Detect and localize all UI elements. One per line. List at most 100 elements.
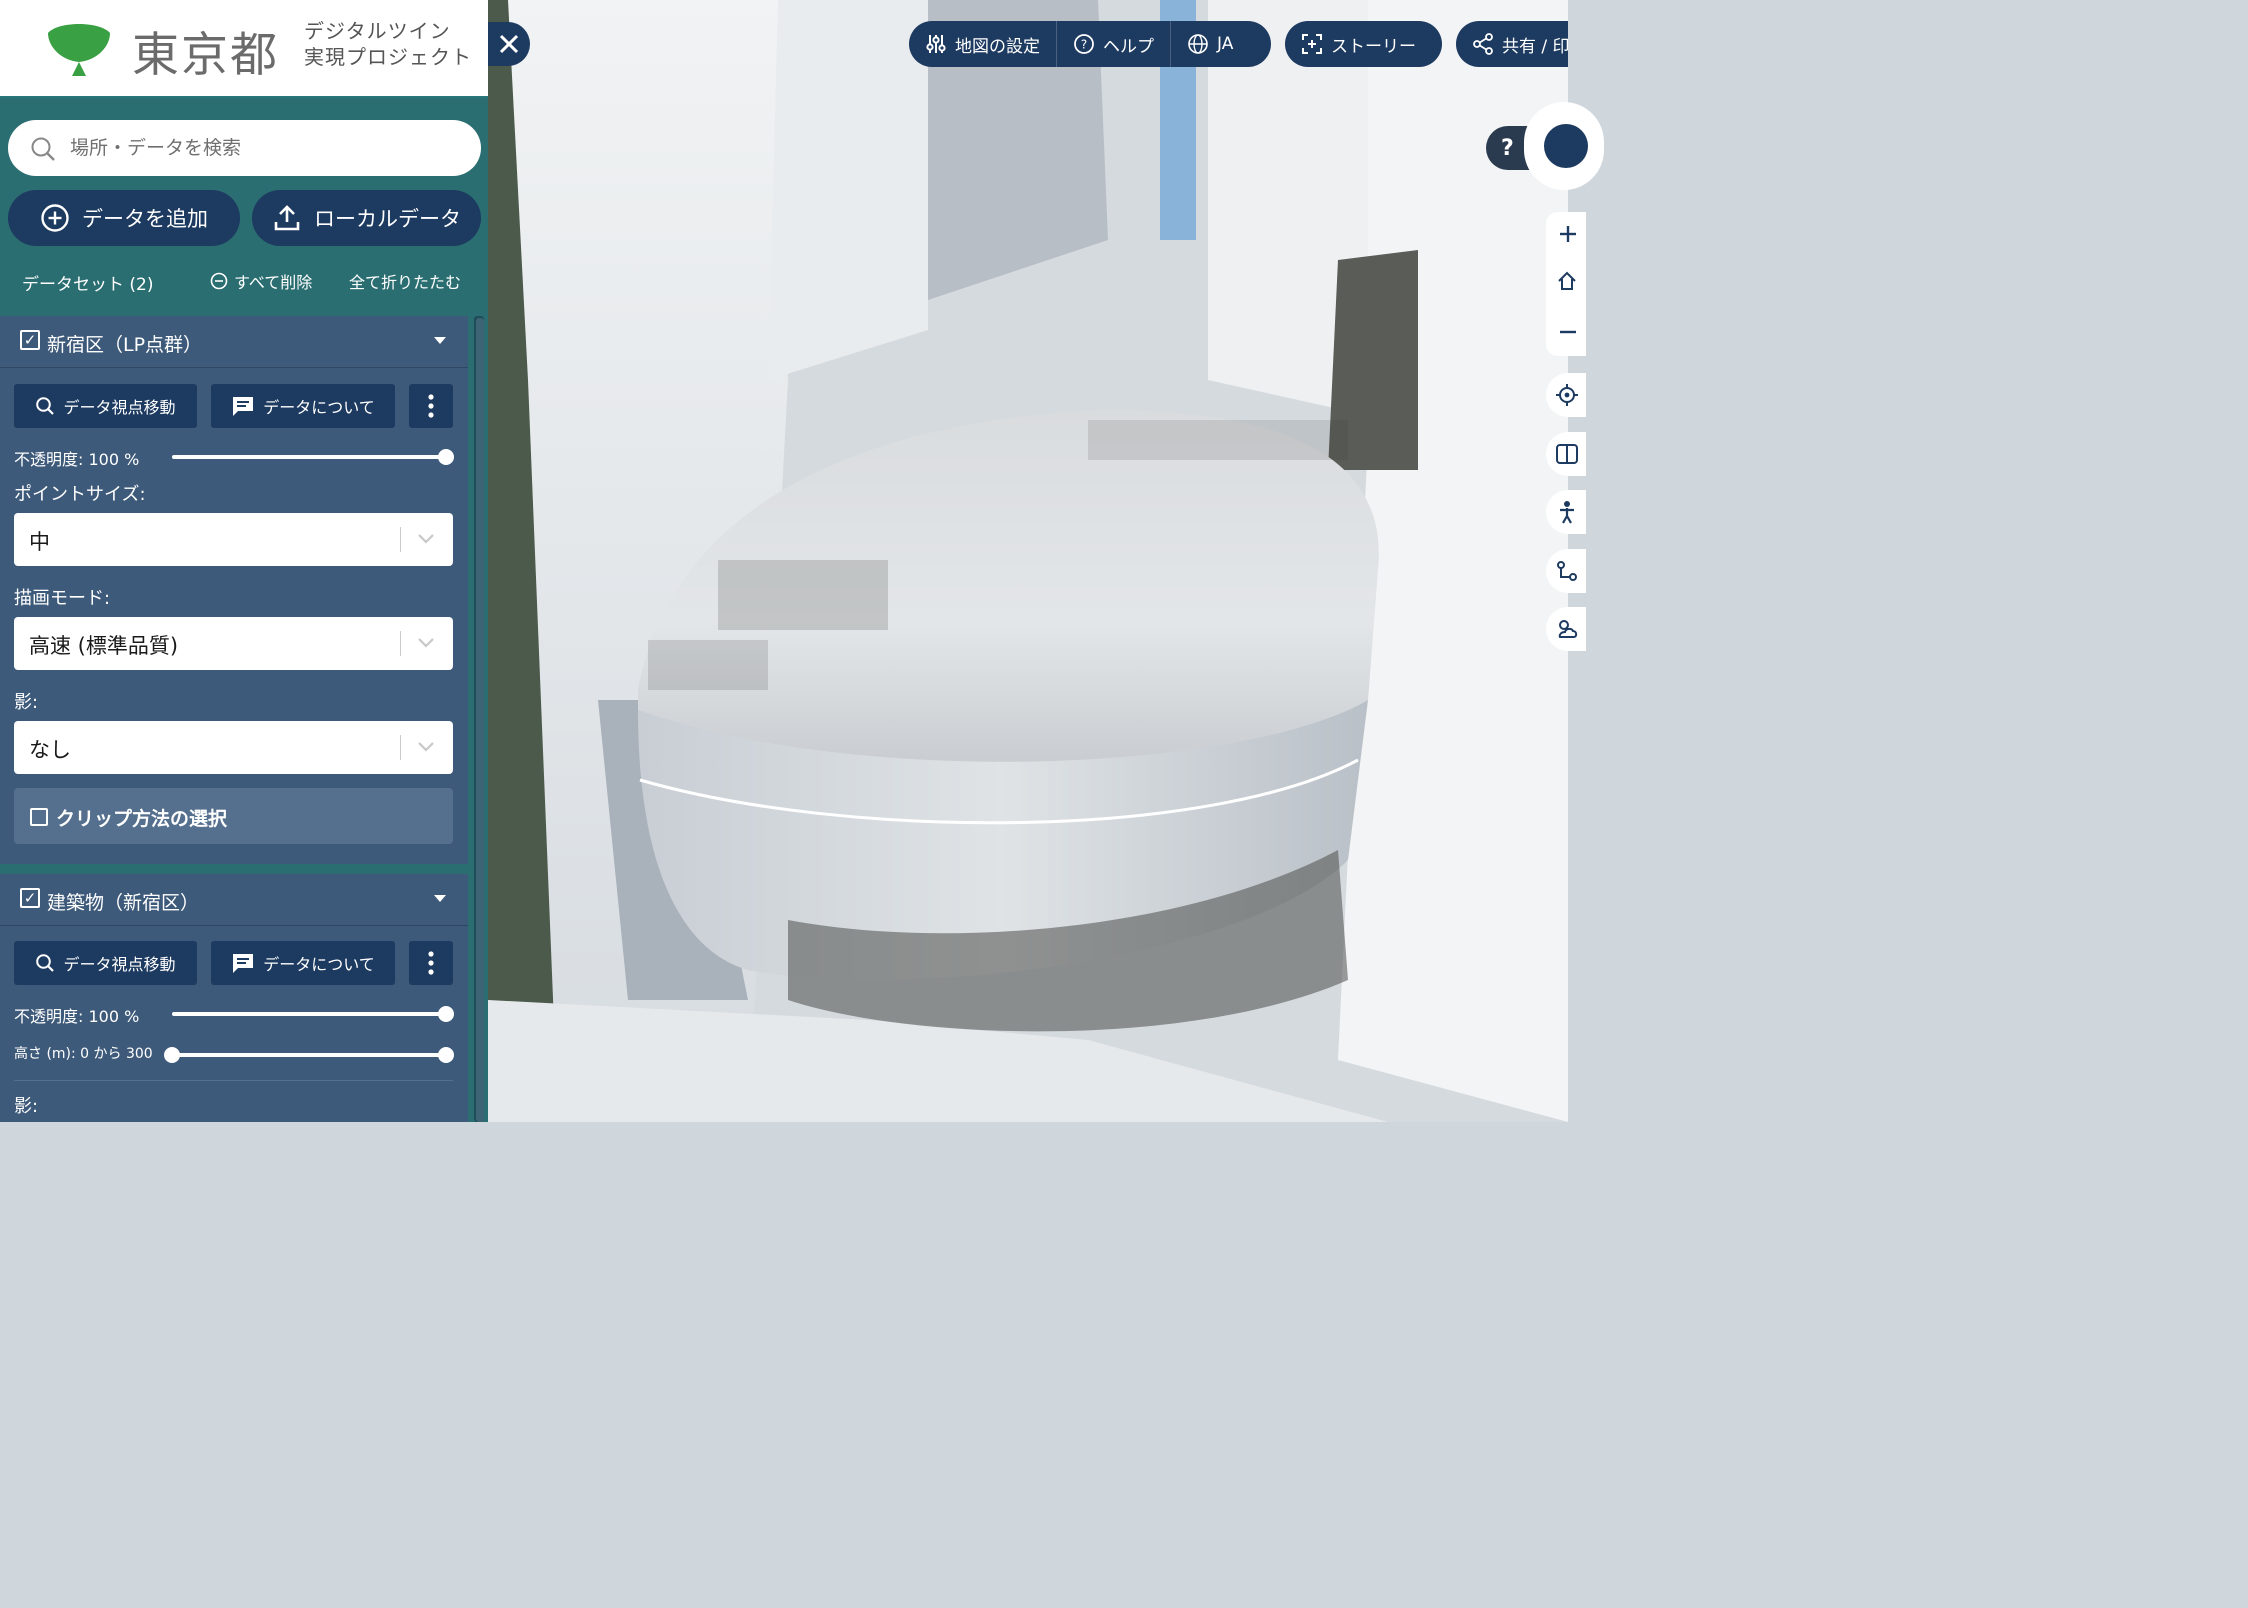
add-data-label: データを追加	[82, 207, 208, 231]
opacity-label: 不透明度: 100 %	[14, 1007, 140, 1026]
about-data-label: データについて	[263, 955, 375, 974]
dataset-count: データセット (2)	[22, 275, 154, 295]
remove-circle-icon	[210, 272, 228, 290]
height-max-thumb[interactable]	[438, 1047, 454, 1063]
story-button-group: ストーリー	[1285, 21, 1442, 67]
dataset-visibility-checkbox[interactable]: ✓	[20, 330, 40, 350]
story-button[interactable]: ストーリー	[1285, 21, 1432, 67]
height-range-slider[interactable]	[164, 1047, 454, 1063]
compass-icon[interactable]	[1544, 124, 1588, 168]
chevron-down-icon	[418, 534, 434, 544]
zoom-in-icon[interactable]	[1558, 224, 1578, 244]
select-separator	[400, 527, 401, 552]
weather-tool-button[interactable]	[1546, 607, 1586, 651]
share-button-group: 共有 / 印	[1456, 21, 1568, 67]
dataset-card-header[interactable]: ✓ 新宿区（LP点群）	[0, 316, 468, 368]
remove-all-button[interactable]: すべて削除	[210, 269, 312, 293]
measure-tool-button[interactable]	[1546, 549, 1586, 593]
help-button[interactable]: ? ヘルプ	[1057, 21, 1170, 67]
story-label: ストーリー	[1331, 36, 1416, 57]
clip-method-toggle[interactable]: クリップ方法の選択	[14, 788, 453, 844]
search-icon	[36, 397, 55, 415]
comment-icon	[233, 954, 254, 973]
collapse-all-button[interactable]: 全て折りたたむ	[349, 269, 461, 293]
workbench-panel: 東京都 デジタルツイン 実現プロジェクト データを追加 ローカルデータ データセ…	[0, 0, 488, 1122]
dataset-card-lp-pointcloud: ✓ 新宿区（LP点群） データ視点移動 データについて 不透明度: 100 % …	[0, 316, 468, 864]
opacity-slider[interactable]	[172, 449, 454, 465]
help-circle-icon: ?	[1074, 34, 1094, 54]
map-scene[interactable]	[488, 0, 1568, 1122]
zoom-to-data-label: データ視点移動	[63, 955, 176, 974]
panel-scrollbar-thumb[interactable]	[476, 318, 484, 1122]
map-toolbar-group: 地図の設定 ? ヘルプ JA	[909, 21, 1271, 67]
opacity-slider-rail	[172, 1012, 446, 1016]
opacity-slider-rail	[172, 455, 446, 459]
shadow-select[interactable]: なし	[14, 721, 453, 774]
about-data-button[interactable]: データについて	[211, 384, 395, 428]
home-icon[interactable]	[1556, 270, 1578, 292]
height-min-thumb[interactable]	[164, 1047, 180, 1063]
collapse-caret-icon[interactable]	[434, 337, 446, 344]
collapse-panel-button[interactable]	[488, 22, 530, 66]
dataset-card-buildings: ✓ 建築物（新宿区） データ視点移動 データについて 不透明度: 100 % 高…	[0, 874, 468, 1122]
section-divider	[14, 1080, 453, 1081]
pedestrian-icon	[1560, 501, 1574, 524]
tokyo-ginkgo-logo-icon	[48, 24, 110, 76]
point-size-value: 中	[29, 530, 50, 554]
height-range-rail	[172, 1053, 446, 1057]
my-location-button[interactable]	[1546, 373, 1586, 417]
opacity-slider-thumb[interactable]	[438, 1006, 454, 1022]
search-icon	[31, 137, 55, 161]
opacity-slider-thumb[interactable]	[438, 449, 454, 465]
chevron-down-icon	[418, 742, 434, 752]
more-options-button[interactable]	[409, 941, 453, 985]
zoom-to-data-button[interactable]: データ視点移動	[14, 384, 197, 428]
chevron-down-icon	[418, 638, 434, 648]
search-input[interactable]	[70, 130, 460, 166]
share-button[interactable]: 共有 / 印	[1456, 21, 1568, 67]
dataset-visibility-checkbox[interactable]: ✓	[20, 888, 40, 908]
zoom-control	[1546, 212, 1586, 356]
brand-subtitle-line2: 実現プロジェクト	[304, 45, 472, 69]
pedestrian-mode-button[interactable]	[1546, 490, 1586, 534]
crosshair-icon	[1556, 384, 1578, 406]
add-data-button[interactable]: データを追加	[8, 190, 240, 246]
dataset-card-header[interactable]: ✓ 建築物（新宿区）	[0, 874, 468, 926]
split-view-button[interactable]	[1546, 432, 1586, 476]
about-data-button[interactable]: データについて	[211, 941, 395, 985]
point-size-select[interactable]: 中	[14, 513, 453, 566]
local-data-button[interactable]: ローカルデータ	[252, 190, 481, 246]
collapse-caret-icon[interactable]	[434, 895, 446, 902]
globe-icon	[1188, 34, 1208, 54]
comment-icon	[233, 397, 254, 416]
zoom-to-data-label: データ視点移動	[63, 398, 176, 417]
language-button[interactable]: JA	[1171, 21, 1249, 67]
opacity-label: 不透明度: 100 %	[14, 450, 140, 469]
brand-header: 東京都 デジタルツイン 実現プロジェクト	[0, 0, 488, 98]
search-box[interactable]	[8, 120, 481, 176]
navigation-help-label: ?	[1501, 135, 1514, 161]
close-icon	[499, 34, 519, 54]
more-options-button[interactable]	[409, 384, 453, 428]
cloud-sun-icon	[1558, 620, 1578, 638]
compass-control[interactable]	[1524, 102, 1604, 190]
story-frame-icon	[1302, 34, 1322, 54]
render-mode-value: 高速 (標準品質)	[29, 634, 179, 658]
zoom-out-icon[interactable]	[1558, 322, 1578, 342]
help-label: ヘルプ	[1103, 36, 1154, 57]
height-range-label: 高さ (m): 0 から 300	[14, 1046, 153, 1062]
opacity-slider[interactable]	[172, 1006, 454, 1022]
map-3d-viewport[interactable]	[488, 0, 1568, 1122]
zoom-to-data-button[interactable]: データ視点移動	[14, 941, 197, 985]
add-circle-icon	[41, 204, 69, 232]
render-mode-select[interactable]: 高速 (標準品質)	[14, 617, 453, 670]
dataset-title: 建築物（新宿区）	[47, 892, 200, 914]
select-separator	[400, 631, 401, 656]
search-icon	[36, 954, 55, 972]
map-settings-button[interactable]: 地図の設定	[909, 21, 1056, 67]
clip-method-checkbox[interactable]	[30, 808, 48, 826]
tower-center	[768, 0, 928, 380]
remove-all-label: すべて削除	[234, 273, 313, 292]
measure-icon	[1557, 561, 1577, 581]
shadow-label: 影:	[14, 1096, 39, 1117]
